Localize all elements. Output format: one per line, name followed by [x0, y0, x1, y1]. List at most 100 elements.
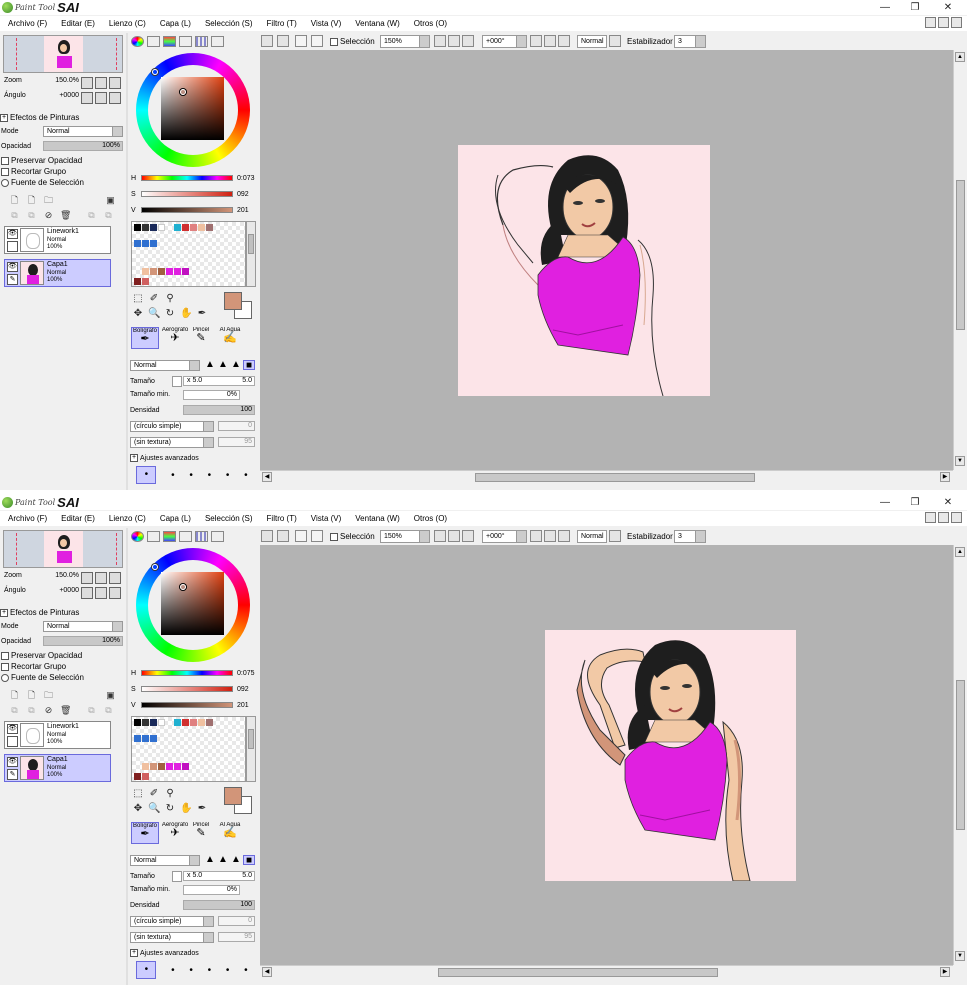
- angle-select[interactable]: +000°: [482, 530, 527, 543]
- blend-mode-select[interactable]: Normal: [130, 360, 200, 371]
- rotate-icon[interactable]: ↻: [164, 803, 176, 815]
- scratchpad-tab-icon[interactable]: [211, 531, 224, 542]
- layer-lock-box[interactable]: [7, 736, 18, 747]
- lasso-icon[interactable]: ✐: [148, 293, 160, 305]
- new-layer-icon[interactable]: 🗋: [9, 690, 20, 701]
- vertical-scroll-thumb[interactable]: [956, 180, 965, 330]
- brush-boligrafo[interactable]: Bolígrafo ✒: [131, 822, 159, 844]
- color-wheel-tab-icon[interactable]: [131, 531, 144, 542]
- rgb-slider-tab-icon[interactable]: [147, 36, 160, 47]
- clear-layer-icon[interactable]: ⊘: [43, 210, 54, 221]
- eye-icon[interactable]: 👁: [7, 724, 18, 734]
- size-mult-toggle[interactable]: [172, 871, 182, 882]
- layer-capa1[interactable]: 👁 ✎ Capa1 Normal 100%: [4, 754, 111, 782]
- menu-capa[interactable]: Capa (L): [160, 19, 191, 28]
- minimize-button[interactable]: —: [870, 495, 900, 510]
- layer-opt1-icon[interactable]: ⧉: [86, 705, 97, 716]
- scroll-up-icon[interactable]: ▲: [955, 52, 965, 62]
- menu-editar[interactable]: Editar (E): [61, 514, 95, 523]
- color-picker-marker[interactable]: [180, 89, 186, 95]
- toolbar-zoom-in-button[interactable]: [448, 35, 460, 47]
- menu-seleccion[interactable]: Selección (S): [205, 514, 253, 523]
- tip-soft-icon[interactable]: ▲: [230, 360, 242, 370]
- zoom-select[interactable]: 150%: [380, 35, 430, 48]
- selection-source-option[interactable]: Fuente de Selección: [1, 178, 127, 189]
- layer-opt2-icon[interactable]: ⧉: [103, 210, 114, 221]
- texture-select[interactable]: (sin textura): [130, 437, 214, 448]
- new-folder-icon[interactable]: 🗀: [43, 690, 54, 701]
- zoom-reset-button[interactable]: [109, 77, 121, 89]
- trash-icon[interactable]: 🗑: [60, 705, 71, 716]
- menu-lienzo[interactable]: Lienzo (C): [109, 514, 146, 523]
- foreground-color-swatch-front[interactable]: [224, 292, 242, 310]
- preserve-opacity-option[interactable]: Preservar Opacidad: [1, 651, 127, 662]
- vertical-scroll-thumb[interactable]: [956, 680, 965, 830]
- canvas-horizontal-scrollbar[interactable]: ◀ ▶: [260, 965, 953, 978]
- tip-flat-icon[interactable]: ■: [243, 855, 255, 866]
- rect-select-icon[interactable]: ⬚: [132, 293, 144, 305]
- canvas-vertical-scrollbar[interactable]: ▲ ▼: [953, 545, 966, 965]
- rect-select-icon[interactable]: ⬚: [132, 788, 144, 800]
- redo-button[interactable]: [277, 530, 289, 542]
- eyedropper-icon[interactable]: ✒: [196, 308, 208, 320]
- deselect-button[interactable]: [295, 35, 307, 47]
- zoom-select[interactable]: 150%: [380, 530, 430, 543]
- s-slider[interactable]: [141, 191, 233, 197]
- shape-select[interactable]: (círculo simple): [130, 916, 214, 927]
- view-mode-select[interactable]: Normal: [577, 530, 607, 543]
- rotate-reset-button[interactable]: [109, 587, 121, 599]
- angle-select[interactable]: +000°: [482, 35, 527, 48]
- layer-linework1[interactable]: 👁 Linework1 Normal 100%: [4, 226, 111, 254]
- shape-strength[interactable]: 0: [218, 421, 255, 431]
- scroll-down-icon[interactable]: ▼: [955, 951, 965, 961]
- mdi-close-button[interactable]: [951, 17, 962, 28]
- rotate-left-button[interactable]: [81, 587, 93, 599]
- density-slider[interactable]: 100: [183, 900, 255, 910]
- layer-lock-box[interactable]: [7, 241, 18, 252]
- pen-icon[interactable]: ✎: [7, 274, 18, 285]
- eye-icon[interactable]: 👁: [7, 262, 18, 272]
- h-slider[interactable]: [141, 175, 233, 181]
- zoom-value[interactable]: 150.0%: [55, 77, 79, 84]
- advanced-settings-toggle[interactable]: + Ajustes avanzados: [130, 454, 199, 462]
- canvas-area[interactable]: [260, 50, 953, 470]
- clear-layer-icon[interactable]: ⊘: [43, 705, 54, 716]
- menu-editar[interactable]: Editar (E): [61, 19, 95, 28]
- clip-group-option[interactable]: Recortar Grupo: [1, 167, 127, 178]
- move-icon[interactable]: ✥: [132, 803, 144, 815]
- tip-soft-icon[interactable]: ▲: [230, 855, 242, 865]
- new-linework-layer-icon[interactable]: 🗋: [26, 690, 37, 701]
- toolbar-rotate-reset-button[interactable]: [558, 35, 570, 47]
- horizontal-scroll-thumb[interactable]: [438, 968, 718, 977]
- min-size-slider[interactable]: 0%: [183, 885, 240, 895]
- stabilizer-select[interactable]: 3: [674, 35, 706, 48]
- eye-icon[interactable]: 👁: [7, 229, 18, 239]
- canvas-horizontal-scrollbar[interactable]: ◀ ▶: [260, 470, 953, 483]
- magic-wand-icon[interactable]: ⚲: [164, 788, 176, 800]
- size-slider[interactable]: x 5.0 5.0: [183, 871, 255, 881]
- scratchpad-tab-icon[interactable]: [211, 36, 224, 47]
- canvas-area[interactable]: [260, 545, 953, 965]
- s-slider[interactable]: [141, 686, 233, 692]
- invert-selection-button[interactable]: [311, 35, 323, 47]
- texture-strength[interactable]: 95: [218, 437, 255, 447]
- angle-value[interactable]: +0000: [59, 92, 79, 99]
- brush-boligrafo[interactable]: Bolígrafo ✒: [131, 327, 159, 349]
- layer-opt1-icon[interactable]: ⧉: [86, 210, 97, 221]
- brush-al-agua[interactable]: Al Agua ✍: [216, 822, 244, 844]
- artwork-canvas[interactable]: [545, 630, 796, 881]
- palette-scrollbar[interactable]: [246, 221, 256, 287]
- mixer-tab-icon[interactable]: [179, 531, 192, 542]
- s-value[interactable]: 092: [237, 191, 249, 198]
- menu-filtro[interactable]: Filtro (T): [267, 19, 297, 28]
- magic-wand-icon[interactable]: ⚲: [164, 293, 176, 305]
- menu-vista[interactable]: Vista (V): [311, 514, 342, 523]
- selection-toggle[interactable]: Selección: [330, 37, 375, 46]
- mdi-minimize-button[interactable]: [925, 17, 936, 28]
- menu-archivo[interactable]: Archivo (F): [8, 19, 47, 28]
- scroll-right-icon[interactable]: ▶: [940, 472, 950, 482]
- merge-down-icon[interactable]: ⧉: [26, 705, 37, 716]
- rotate-right-button[interactable]: [95, 92, 107, 104]
- saturation-value-square[interactable]: [161, 77, 224, 140]
- tip-mid-icon[interactable]: ▲: [217, 360, 229, 370]
